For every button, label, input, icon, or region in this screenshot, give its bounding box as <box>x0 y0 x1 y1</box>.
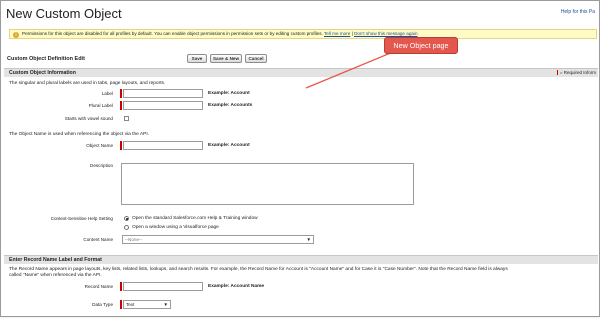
content-name-label: Content Name <box>83 237 113 242</box>
description-textarea[interactable] <box>121 163 414 205</box>
description-label: Description <box>90 163 113 168</box>
required-indicator <box>120 101 122 110</box>
info-message-bar: i Permissions for this object are disabl… <box>9 29 597 39</box>
record-name-example: Example: Account Name <box>208 284 265 289</box>
save-new-button[interactable]: Save & New <box>210 54 242 63</box>
required-indicator <box>120 141 122 150</box>
object-name-input[interactable] <box>123 141 203 150</box>
chevron-down-icon: ▼ <box>306 237 311 242</box>
help-option-visualforce-label: Open a window using a Visualforce page <box>132 225 219 230</box>
record-name-description: The Record Name appears in page layouts,… <box>9 267 508 272</box>
required-info-legend: = Required Inform <box>556 69 596 77</box>
section-title: Enter Record Name Label and Format <box>9 257 102 263</box>
vowel-sound-label: Starts with vowel sound <box>64 116 113 121</box>
tell-me-more-link[interactable]: Tell me more <box>324 31 350 36</box>
labels-description: The singular and plural labels are used … <box>9 81 166 86</box>
help-link[interactable]: Help for this Pa <box>561 9 595 15</box>
info-icon: i <box>13 31 19 38</box>
required-indicator <box>120 282 122 291</box>
chevron-down-icon: ▼ <box>163 302 168 307</box>
help-setting-label: Context-Sensitive Help Setting <box>50 216 113 221</box>
page-container: New Custom Object Help for this Pa i Per… <box>0 0 600 317</box>
help-option-standard-label: Open the standard Salesforce.com Help & … <box>132 216 258 221</box>
label-example: Example: Account <box>208 91 250 96</box>
section-header-record-name: Enter Record Name Label and Format <box>4 255 598 264</box>
api-description: The Object Name is used when referencing… <box>9 132 149 137</box>
annotation-callout: New Object page <box>384 37 458 54</box>
required-indicator <box>120 89 122 98</box>
edit-header: Custom Object Definition Edit <box>7 56 85 62</box>
plural-label-field-label: Plural Label <box>88 103 113 108</box>
object-name-example: Example: Account <box>208 143 250 148</box>
section-title: Custom Object Information <box>9 70 76 76</box>
data-type-value: Text <box>126 302 135 307</box>
info-message: Permissions for this object are disabled… <box>22 31 323 36</box>
label-input[interactable] <box>123 89 203 98</box>
content-name-select[interactable]: --None-- ▼ <box>122 235 314 244</box>
data-type-select[interactable]: Text ▼ <box>123 300 171 309</box>
record-name-input[interactable] <box>123 282 203 291</box>
save-button[interactable]: Save <box>187 54 207 63</box>
section-header-object-info: Custom Object Information = Required Inf… <box>4 68 598 77</box>
data-type-label: Data Type <box>92 302 113 307</box>
help-option-visualforce-radio[interactable] <box>124 225 129 230</box>
vowel-sound-checkbox[interactable] <box>124 116 129 121</box>
page-title: New Custom Object <box>6 6 122 21</box>
record-name-label: Record Name <box>84 284 113 289</box>
plural-label-example: Example: Accounts <box>208 103 253 108</box>
object-name-label: Object Name <box>86 143 113 148</box>
record-name-description-line2: called "Name" when referenced via the AP… <box>9 273 102 278</box>
help-option-standard-radio[interactable] <box>124 216 129 221</box>
dismiss-message-link[interactable]: Don't show this message again <box>354 31 417 36</box>
required-indicator <box>120 300 122 309</box>
plural-label-input[interactable] <box>123 101 203 110</box>
content-name-value: --None-- <box>125 237 143 242</box>
cancel-button[interactable]: Cancel <box>245 54 267 63</box>
label-field-label: Label <box>101 91 113 96</box>
